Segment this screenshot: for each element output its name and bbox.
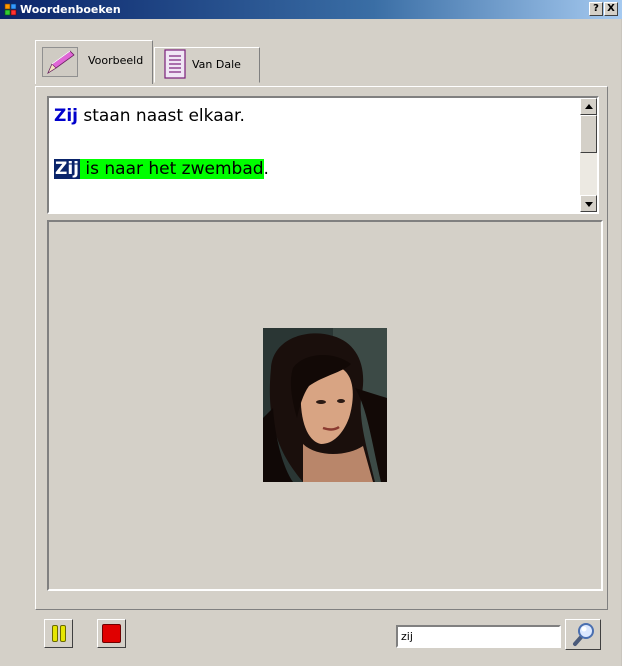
app-icon xyxy=(4,3,17,16)
image-panel xyxy=(47,220,603,591)
tab-van-dale-label: Van Dale xyxy=(192,58,241,71)
search-input[interactable] xyxy=(396,625,561,648)
green-highlight: is naar het zwembad xyxy=(79,159,264,179)
highlighted-word: Zij xyxy=(54,106,78,126)
stop-icon xyxy=(102,624,121,643)
tab-voorbeeld[interactable]: Voorbeeld xyxy=(35,40,153,84)
help-button[interactable]: ? xyxy=(589,2,603,16)
sentence-1-rest: staan naast elkaar. xyxy=(77,106,245,126)
down-arrow-icon xyxy=(585,202,593,207)
example-sentence-1: Zij staan naast elkaar. xyxy=(54,105,245,127)
document-icon xyxy=(164,49,186,79)
pause-button[interactable] xyxy=(44,619,73,648)
vertical-scrollbar[interactable] xyxy=(580,98,597,212)
scroll-thumb[interactable] xyxy=(580,115,597,153)
example-sentence-2: Zij is naar het zwembad. xyxy=(54,158,269,180)
magnifier-icon xyxy=(573,623,594,646)
pencil-icon xyxy=(42,47,78,77)
selected-word: Zij xyxy=(54,159,80,179)
dictionary-window: Woordenboeken ? X Voorbeeld Van Dale Zij… xyxy=(0,0,622,666)
tab-van-dale[interactable]: Van Dale xyxy=(154,47,260,83)
close-button[interactable]: X xyxy=(604,2,618,16)
window-title: Woordenboeken xyxy=(20,3,121,16)
scroll-up-button[interactable] xyxy=(580,98,597,115)
scroll-down-button[interactable] xyxy=(580,195,597,212)
stop-button[interactable] xyxy=(97,619,126,648)
portrait-photo xyxy=(263,328,387,482)
sentence-2-end: . xyxy=(263,159,269,179)
title-bar[interactable]: Woordenboeken ? X xyxy=(0,0,622,19)
search-button[interactable] xyxy=(565,619,601,650)
sentence-text-area[interactable]: Zij staan naast elkaar. Zij is naar het … xyxy=(47,96,599,214)
tab-voorbeeld-label: Voorbeeld xyxy=(88,54,144,67)
up-arrow-icon xyxy=(585,104,593,109)
